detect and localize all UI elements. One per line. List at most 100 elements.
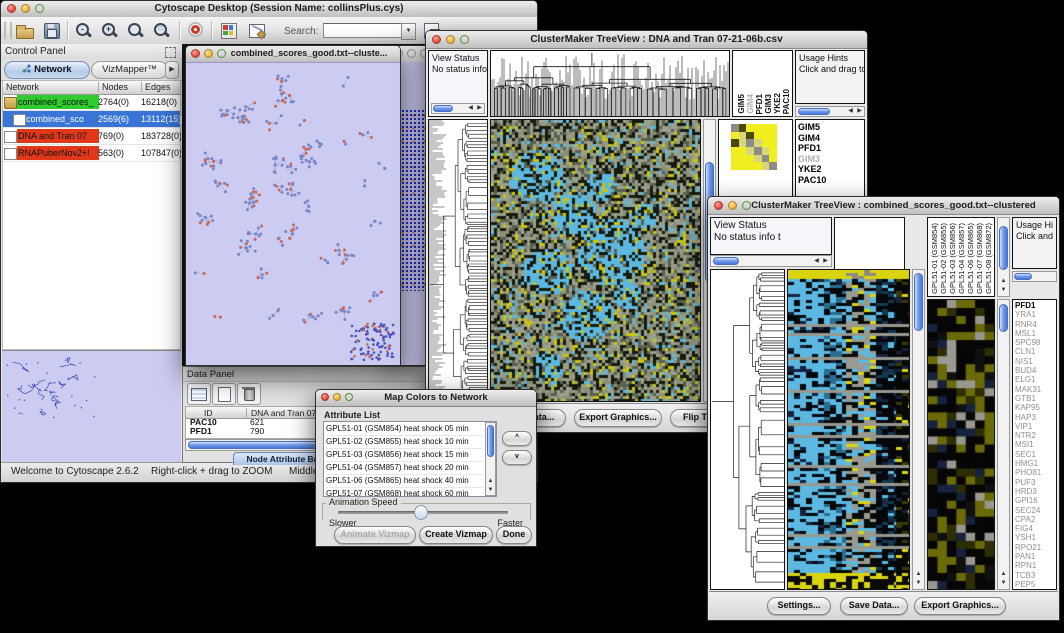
close-button[interactable] xyxy=(714,201,723,210)
delete-attribute-icon[interactable] xyxy=(237,383,261,405)
gene-label[interactable]: VIP1 xyxy=(1015,422,1041,431)
settings-button[interactable]: Settings... xyxy=(767,597,831,615)
treeview1-title-bar[interactable]: ClusterMaker TreeView : DNA and Tran 07-… xyxy=(426,31,867,49)
tab-overflow-arrow[interactable]: ▶ xyxy=(165,61,179,79)
attribute-list[interactable]: GPL51-01 (GSM854) heat shock 05 minGPL51… xyxy=(323,421,497,497)
tv2-usage-hints-scrollbar[interactable] xyxy=(1012,271,1057,282)
gene-label[interactable]: YSH1 xyxy=(1015,533,1041,542)
gene-label[interactable]: MSI1 xyxy=(1015,440,1041,449)
gene-label[interactable]: PEP5 xyxy=(1015,580,1041,589)
attribute-list-item[interactable]: GPL51-07 (GSM868) heat shock 60 min xyxy=(326,488,483,497)
attribute-list-item[interactable]: GPL51-01 (GSM854) heat shock 05 min xyxy=(326,423,483,436)
gene-label[interactable]: PHO81 xyxy=(1015,468,1041,477)
gene-label[interactable]: PAC10 xyxy=(798,175,826,186)
gene-label[interactable]: SEC24 xyxy=(1015,506,1041,515)
main-title-bar[interactable]: Cytoscape Desktop (Session Name: collins… xyxy=(1,1,537,18)
done-button[interactable]: Done xyxy=(496,526,532,544)
gene-label[interactable]: RNR4 xyxy=(1015,320,1041,329)
network-view-window[interactable]: combined_scores_good.txt--cluste... xyxy=(185,45,401,366)
tab-vizmapper[interactable]: VizMapper™ xyxy=(91,61,168,79)
network-view-title-bar[interactable]: combined_scores_good.txt--cluste... xyxy=(186,46,400,63)
animation-slider-thumb[interactable] xyxy=(414,505,428,520)
minimize-button[interactable] xyxy=(407,49,416,58)
gene-label[interactable]: SEC1 xyxy=(1015,450,1041,459)
move-up-button[interactable]: ^ xyxy=(502,431,532,446)
map-colors-dialog[interactable]: Map Colors to Network Attribute List GPL… xyxy=(315,389,537,547)
gene-label[interactable]: MON2 xyxy=(1015,589,1041,590)
gene-label[interactable]: SPC98 xyxy=(1015,338,1041,347)
network-canvas[interactable] xyxy=(186,62,400,365)
zoom-in-icon[interactable]: + xyxy=(100,21,120,40)
zoom-selected-icon[interactable]: □ xyxy=(152,21,172,40)
gene-label[interactable]: GIM5 xyxy=(798,122,826,133)
gene-label[interactable]: HAP3 xyxy=(1015,413,1041,422)
zoom-out-icon[interactable]: - xyxy=(74,21,94,40)
dialog-title-bar[interactable]: Map Colors to Network xyxy=(316,390,536,407)
attribute-list-item[interactable]: GPL51-03 (GSM856) heat shock 15 min xyxy=(326,449,483,462)
tv2-column-labels-scrollbar[interactable]: ▲▼ xyxy=(997,217,1010,297)
network-row[interactable]: combined_sco 2569(6) 13112(15) xyxy=(3,111,180,128)
gene-label[interactable]: MAK31 xyxy=(1015,385,1041,394)
close-button[interactable] xyxy=(191,49,200,58)
gene-label[interactable]: YKE2 xyxy=(798,164,826,175)
close-button[interactable] xyxy=(7,4,16,13)
gene-label[interactable]: GIM4 xyxy=(798,133,826,144)
close-button[interactable] xyxy=(432,35,441,44)
move-down-button[interactable]: v xyxy=(502,450,532,465)
network-row[interactable]: RNAPuberNov2+! 563(0) 107847(0) xyxy=(3,145,180,162)
close-button[interactable] xyxy=(321,393,329,401)
zoom-window-button[interactable] xyxy=(217,49,226,58)
treeview2-window[interactable]: ClusterMaker TreeView : combined_scores_… xyxy=(707,196,1060,621)
tv1-view-status-scrollbar[interactable]: ◀▶ xyxy=(431,103,485,114)
gene-label[interactable]: YRA1 xyxy=(1015,310,1041,319)
tv2-heatmap-vscrollbar[interactable]: ▲▼ xyxy=(912,269,925,590)
tv1-column-dendrogram[interactable] xyxy=(490,50,730,117)
search-dropdown-arrow[interactable]: ▼ xyxy=(401,23,416,40)
gene-label[interactable]: KAP95 xyxy=(1015,403,1041,412)
help-lifering-icon[interactable] xyxy=(187,21,207,40)
float-panel-icon[interactable] xyxy=(165,47,176,58)
attribute-list-item[interactable]: GPL51-02 (GSM855) heat shock 10 min xyxy=(326,436,483,449)
minimize-button[interactable] xyxy=(204,49,213,58)
gene-label[interactable]: MSL1 xyxy=(1015,329,1041,338)
open-file-icon[interactable] xyxy=(15,21,35,40)
treeview2-title-bar[interactable]: ClusterMaker TreeView : combined_scores_… xyxy=(708,197,1059,215)
save-data-button[interactable]: Save Data... xyxy=(840,597,908,615)
attribute-list-scrollbar[interactable]: ▲▼ xyxy=(485,422,496,496)
tv2-heatmap[interactable] xyxy=(787,269,910,590)
tv2-zoom-vscrollbar[interactable]: ▲▼ xyxy=(997,299,1010,590)
tab-network[interactable]: Network xyxy=(4,61,90,79)
gene-label[interactable]: CLN1 xyxy=(1015,347,1041,356)
export-graphics-button[interactable]: Export Graphics... xyxy=(574,409,662,427)
gene-label[interactable]: GIM3 xyxy=(798,154,826,165)
save-icon[interactable] xyxy=(42,21,62,40)
tv2-row-dendrogram[interactable] xyxy=(710,269,785,590)
network-row[interactable]: combined_scores_ 2764(0) 16218(0) xyxy=(3,94,180,111)
tv2-gene-list-panel[interactable]: PFD1YRA1RNR4MSL1SPC98CLN1NIS1BUD4ELG1MAK… xyxy=(1012,299,1057,590)
network-row[interactable]: DNA and Tran 07 769(0) 183728(0) xyxy=(3,128,180,145)
gene-label[interactable]: PFD1 xyxy=(798,143,826,154)
gene-label[interactable]: NIS1 xyxy=(1015,357,1041,366)
tv1-heatmap[interactable] xyxy=(490,119,701,402)
network-overview[interactable] xyxy=(2,350,181,463)
attribute-list-item[interactable]: GPL51-06 (GSM865) heat shock 40 min xyxy=(326,475,483,488)
animate-vizmap-button[interactable]: Animate Vizmap xyxy=(334,526,416,544)
gene-label[interactable]: PAN1 xyxy=(1015,552,1041,561)
gene-label[interactable]: GPI16 xyxy=(1015,496,1041,505)
gene-label[interactable]: CPA2 xyxy=(1015,515,1041,524)
search-input[interactable] xyxy=(323,23,403,38)
gene-label[interactable]: ELG1 xyxy=(1015,375,1041,384)
gene-label[interactable]: TCB3 xyxy=(1015,571,1041,580)
zoom-fit-icon[interactable] xyxy=(126,21,146,40)
attribute-list-item[interactable]: GPL51-04 (GSM857) heat shock 20 min xyxy=(326,462,483,475)
gene-label[interactable]: RPN1 xyxy=(1015,561,1041,570)
gene-label[interactable]: BUD4 xyxy=(1015,366,1041,375)
vizmapper-palette-icon[interactable] xyxy=(219,21,239,40)
select-attributes-icon[interactable] xyxy=(187,383,211,405)
tv2-zoom-heatmap[interactable] xyxy=(927,299,995,590)
gene-label[interactable]: PFD1 xyxy=(1015,301,1041,310)
gene-label[interactable]: PUF3 xyxy=(1015,478,1041,487)
tv2-view-status-scrollbar[interactable]: ◀▶ xyxy=(710,255,832,267)
network-table-header[interactable]: Network Nodes Edges xyxy=(3,81,180,95)
gene-label[interactable]: HMG1 xyxy=(1015,459,1041,468)
